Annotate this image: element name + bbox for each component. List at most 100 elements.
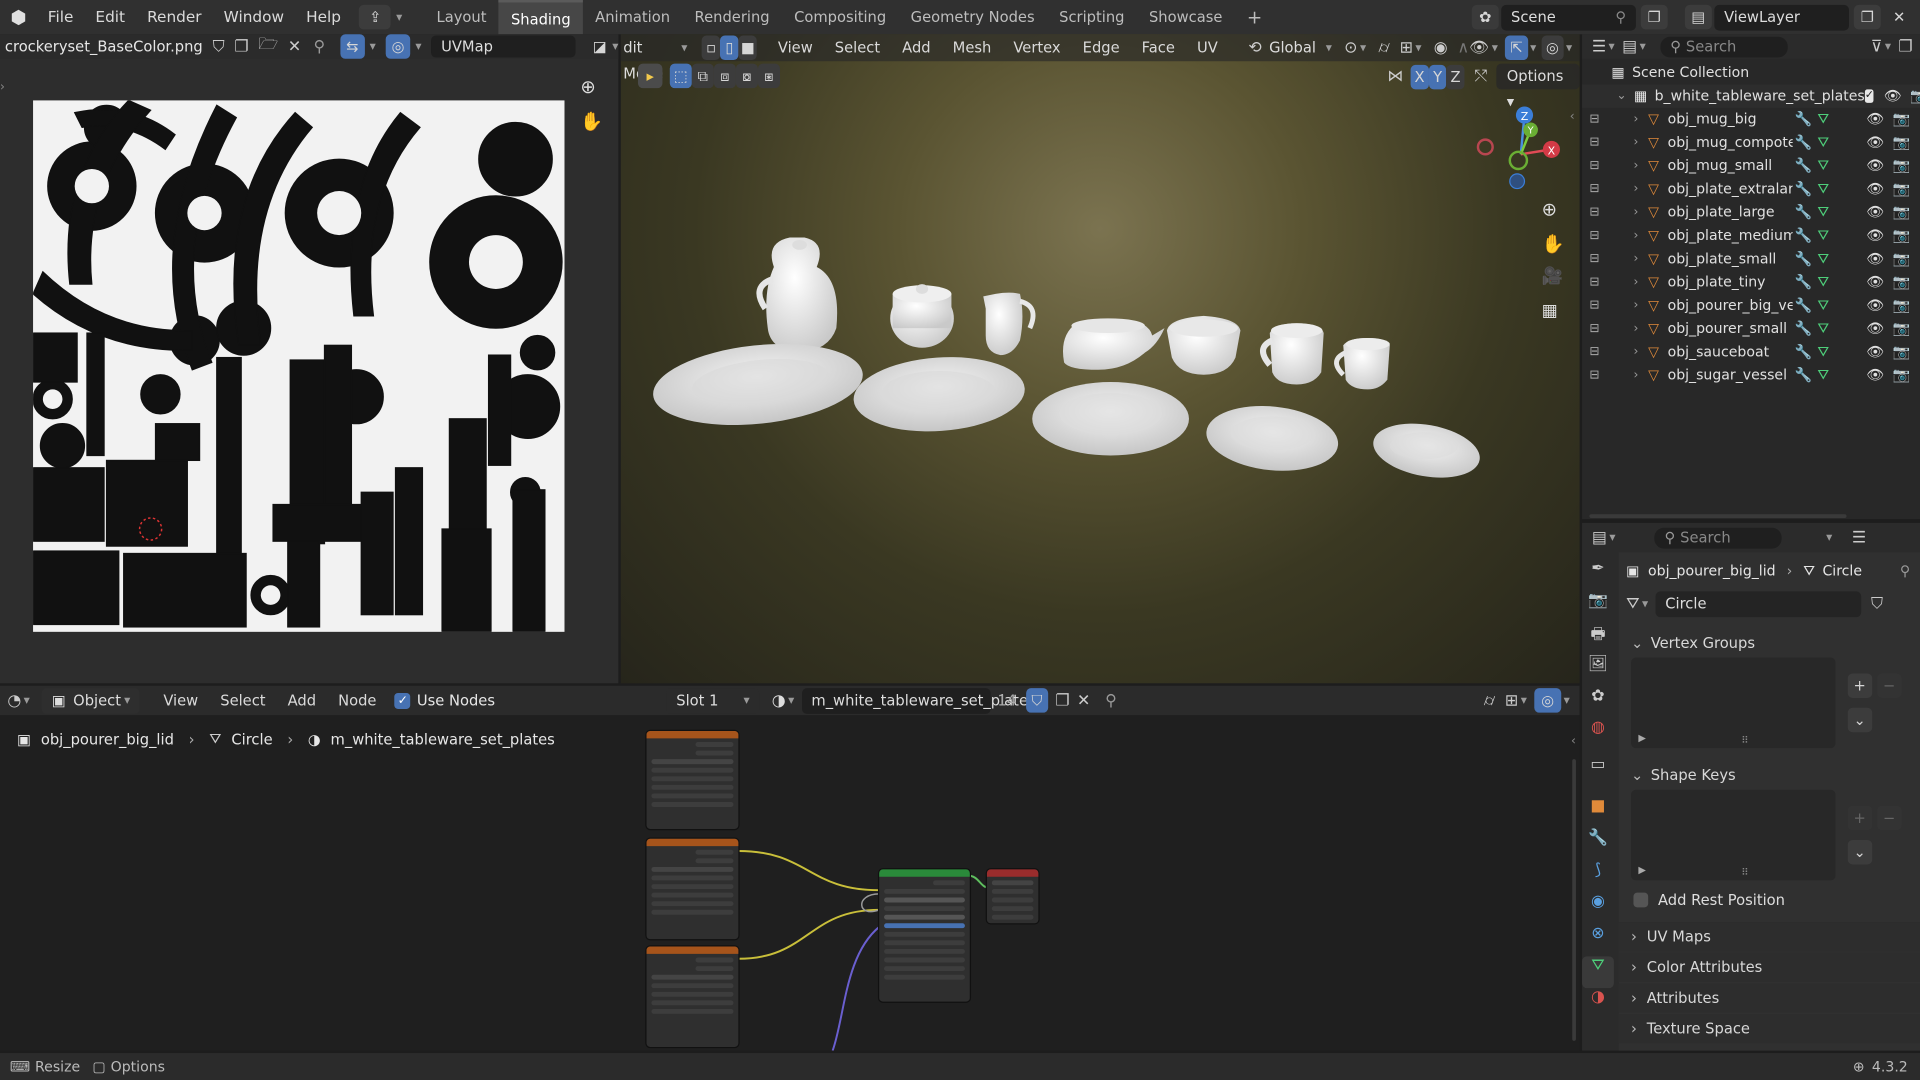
eye-icon[interactable]: 👁 — [1866, 340, 1884, 363]
principled-bsdf-node[interactable] — [879, 869, 970, 1002]
shape-keys-list[interactable]: ▶ ⠿ — [1631, 789, 1836, 881]
new-collection-icon[interactable]: ❐ — [1898, 37, 1912, 55]
menu-window[interactable]: Window — [213, 0, 295, 34]
select-subtract-icon[interactable]: ⧈ — [713, 63, 736, 89]
eye-icon[interactable]: 👁 — [1866, 247, 1884, 270]
remove-vertex-group-button[interactable]: − — [1876, 673, 1902, 698]
options-dropdown[interactable]: Options ▾ — [1496, 63, 1580, 110]
overlay-icon[interactable]: ◎ — [385, 34, 411, 59]
constraints-tab-icon[interactable]: ⊗ — [1582, 924, 1614, 956]
output-tab-icon[interactable]: 🖶 — [1582, 623, 1614, 655]
mesh-data-icon[interactable]: ⛛ — [1817, 364, 1829, 387]
tab-layout[interactable]: Layout — [424, 0, 498, 34]
mesh-data-icon[interactable]: ⛛ — [1817, 317, 1829, 340]
outliner-object-row[interactable]: ⊟ › ▽ obj_sugar_vessel 🔧 ⛛ 👁 📷 — [1582, 364, 1920, 387]
node-editor-scrollbar[interactable] — [1572, 759, 1576, 1041]
modifier-icon[interactable]: 🔧 — [1795, 224, 1813, 247]
chevron-right-icon[interactable]: › — [1633, 201, 1638, 224]
viewport-menu-add[interactable]: Add — [891, 34, 941, 61]
chevron-right-icon[interactable]: › — [1633, 247, 1638, 270]
menu-help[interactable]: Help — [295, 0, 352, 34]
viewport-menu-edge[interactable]: Edge — [1072, 34, 1131, 61]
chevron-down-icon[interactable]: ⌄ — [1616, 84, 1626, 107]
camera-icon[interactable]: 📷 — [1893, 154, 1911, 177]
modifier-icon[interactable]: 🔧 — [1795, 364, 1813, 387]
vertex-select-icon[interactable]: ▫ — [702, 35, 721, 61]
outliner-object-row[interactable]: ⊟ › ▽ obj_pourer_small 🔧 ⛛ 👁 📷 — [1582, 317, 1920, 340]
menu-edit[interactable]: Edit — [84, 0, 136, 34]
select-tool-icon[interactable]: ▸ — [637, 63, 663, 89]
modifier-icon[interactable]: 🔧 — [1795, 201, 1813, 224]
gizmo-toggle-icon[interactable]: ⇱ — [1505, 35, 1528, 61]
chevron-right-icon[interactable]: › — [1633, 224, 1638, 247]
chevron-down-icon[interactable]: ▾ — [681, 41, 687, 54]
vertex-group-specials-button[interactable]: ⌄ — [1847, 707, 1872, 733]
outliner-scrollbar[interactable] — [1589, 514, 1847, 518]
chevron-down-icon[interactable]: ▾ — [1642, 597, 1648, 610]
scene-collection-row[interactable]: ▦ Scene Collection — [1582, 61, 1920, 84]
modifier-icon[interactable]: 🔧 — [1795, 131, 1813, 154]
select-intersect-icon[interactable]: ⧆ — [757, 63, 781, 89]
camera-icon[interactable]: 📷 — [1893, 271, 1911, 294]
mesh-data-icon[interactable]: ⛛ — [1817, 294, 1829, 317]
expand-list-icon[interactable]: ▶ — [1638, 864, 1646, 875]
tab-rendering[interactable]: Rendering — [682, 0, 782, 34]
add-vertex-group-button[interactable]: + — [1847, 673, 1872, 698]
falloff-icon[interactable]: ∧ — [1457, 39, 1469, 57]
image-texture-node-ao[interactable] — [646, 731, 739, 829]
eye-icon[interactable]: 👁 — [1866, 224, 1884, 247]
chevron-down-icon[interactable]: ▾ — [1326, 41, 1332, 54]
camera-icon[interactable]: 📷 — [1893, 317, 1911, 340]
resize-grip-icon[interactable]: ⠿ — [1741, 735, 1748, 746]
chevron-down-icon[interactable]: ▾ — [396, 10, 402, 23]
tab-scripting[interactable]: Scripting — [1047, 0, 1137, 34]
view-layer-icon[interactable]: ▤ — [1684, 4, 1712, 30]
view-layer-selector[interactable]: ViewLayer — [1714, 4, 1849, 31]
proportional-edit-icon[interactable]: ◉ — [1434, 39, 1448, 57]
vertex-groups-section[interactable]: ⌄ Vertex Groups — [1619, 628, 1920, 657]
collection-checkbox[interactable]: ✓ — [1864, 89, 1874, 103]
outliner-object-row[interactable]: ⊟ › ▽ obj_pourer_big_vessel🔧⛛ 👁 📷 — [1582, 294, 1920, 317]
new-view-layer-icon[interactable]: ❐ — [1853, 4, 1881, 30]
mirror-icon[interactable]: ⋈ — [1387, 67, 1403, 85]
select-extend-icon[interactable]: ⧉ — [691, 63, 714, 89]
chevron-right-icon[interactable]: › — [1633, 364, 1638, 387]
outliner-object-row[interactable]: ⊟ › ▽ obj_mug_big 🔧 ⛛ 👁 📷 — [1582, 108, 1920, 131]
transform-orientation-selector[interactable]: Global — [1269, 39, 1316, 56]
chevron-right-icon[interactable]: › — [1633, 294, 1638, 317]
camera-icon[interactable]: 📷 — [1893, 364, 1911, 387]
camera-icon[interactable]: 📷 — [1893, 294, 1911, 317]
close-icon[interactable]: ✕ — [288, 37, 301, 55]
sync-selection-icon[interactable]: ⇆ — [339, 34, 365, 59]
chevron-right-icon[interactable]: › — [1633, 131, 1638, 154]
uv-maps-section[interactable]: › UV Maps — [1618, 922, 1920, 952]
editor-type-icon[interactable]: ▤ — [1592, 528, 1607, 546]
open-folder-icon[interactable]: 🗁 — [258, 33, 278, 60]
camera-icon[interactable]: 📷 — [1893, 201, 1911, 224]
mirror-x-button[interactable]: X — [1410, 64, 1429, 89]
mode-selector[interactable]: dit Mode — [621, 35, 679, 82]
vertex-groups-list[interactable]: ▶ ⠿ — [1631, 657, 1836, 749]
visibility-icon[interactable]: 👁 — [1469, 39, 1489, 57]
chevron-down-icon[interactable]: ▾ — [1885, 40, 1891, 53]
mirror-y-button[interactable]: Y — [1428, 64, 1447, 89]
new-scene-icon[interactable]: ❐ — [1640, 4, 1668, 30]
chevron-right-icon[interactable]: › — [1633, 178, 1638, 201]
attributes-section[interactable]: › Attributes — [1618, 983, 1920, 1013]
eye-icon[interactable]: 👁 — [1866, 108, 1884, 131]
view-layer-tab-icon[interactable]: 🖼 — [1582, 655, 1614, 687]
chevron-right-icon[interactable]: › — [1633, 154, 1638, 177]
viewport-menu-vertex[interactable]: Vertex — [1002, 34, 1071, 61]
chevron-down-icon[interactable]: ▾ — [1492, 41, 1498, 54]
material-tab-icon[interactable]: ◑ — [1582, 988, 1614, 1020]
mesh-data-icon[interactable]: ⛛ — [1817, 340, 1829, 363]
eye-icon[interactable]: 👁 — [1866, 364, 1884, 387]
outliner-object-row[interactable]: ⊟ › ▽ obj_sauceboat 🔧 ⛛ 👁 📷 — [1582, 340, 1920, 363]
add-workspace-button[interactable]: + — [1235, 0, 1275, 34]
modifier-icon[interactable]: 🔧 — [1795, 271, 1813, 294]
mesh-data-icon[interactable]: ⛛ — [1817, 178, 1829, 201]
tab-compositing[interactable]: Compositing — [782, 0, 899, 34]
edge-select-icon[interactable]: ▯ — [720, 35, 739, 61]
eye-icon[interactable]: 👁 — [1866, 317, 1884, 340]
mesh-data-icon[interactable]: ⛛ — [1817, 154, 1829, 177]
